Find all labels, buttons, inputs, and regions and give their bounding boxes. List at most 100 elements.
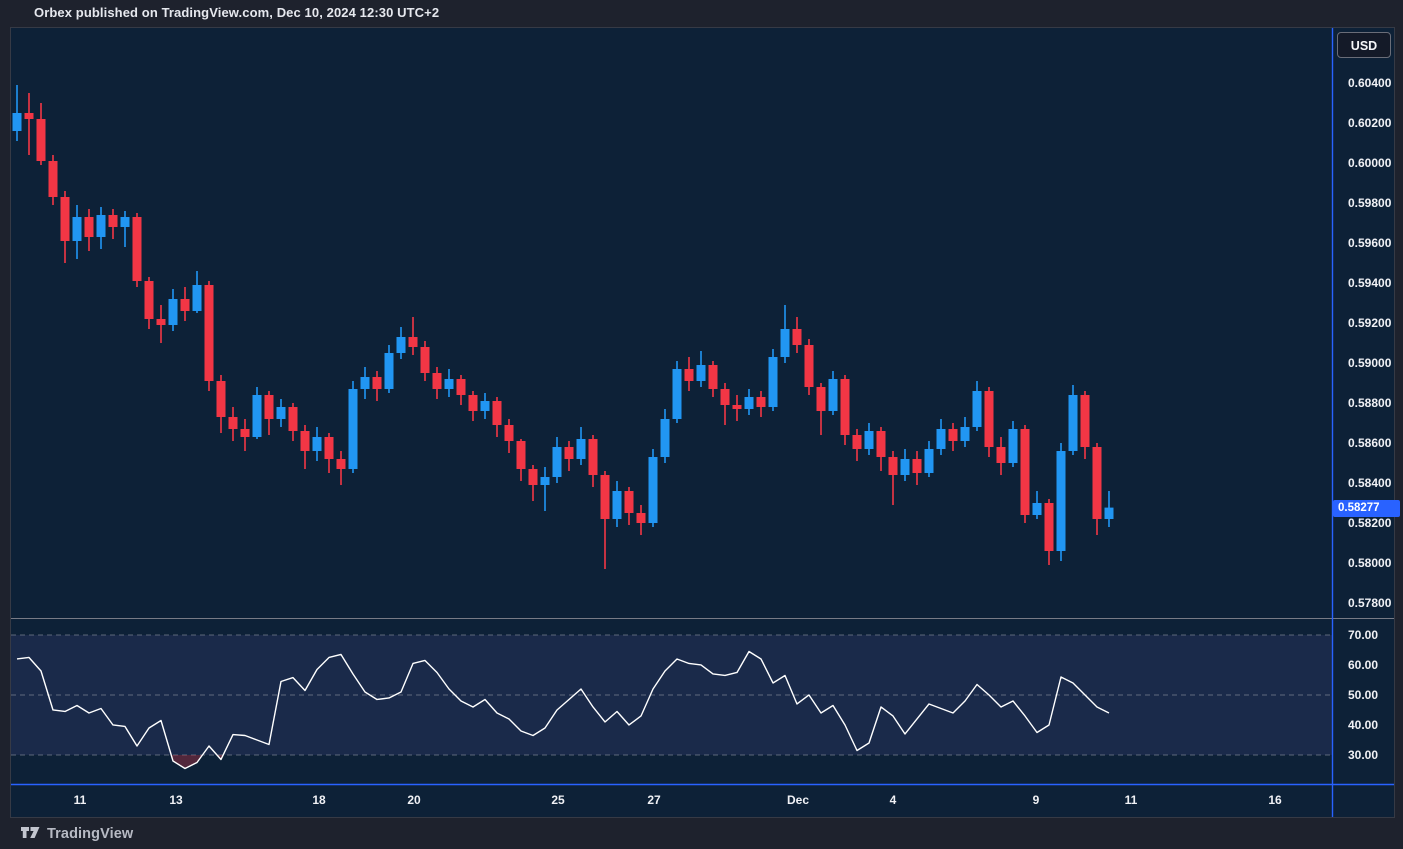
candle-body (1033, 503, 1042, 515)
candle-body (841, 379, 850, 435)
candle-body (985, 391, 994, 447)
candle-body (1021, 429, 1030, 515)
candle-body (37, 119, 46, 161)
candle-body (625, 491, 634, 513)
candle-body (13, 113, 22, 131)
candle-body (133, 217, 142, 281)
chart-widget[interactable]: 0.58277 USD 0.604000.602000.600000.59800… (10, 27, 1395, 818)
candle-body (1069, 395, 1078, 451)
candle-body (397, 337, 406, 353)
chart-canvas[interactable] (11, 28, 1394, 817)
candle-body (109, 215, 118, 227)
candle-body (1081, 395, 1090, 447)
tradingview-published-chart: Orbex published on TradingView.com, Dec … (0, 0, 1403, 849)
candle-body (481, 401, 490, 411)
candle-body (265, 395, 274, 419)
candle-body (1057, 451, 1066, 551)
candle-body (301, 431, 310, 451)
candle-body (901, 459, 910, 475)
candle-body (709, 365, 718, 389)
candle-body (1009, 429, 1018, 463)
candle-body (385, 353, 394, 389)
candle-body (373, 377, 382, 389)
candle-body (157, 319, 166, 325)
candle-body (517, 441, 526, 469)
candle-body (409, 337, 418, 347)
candle-body (889, 457, 898, 475)
candle-body (781, 329, 790, 357)
candle-body (361, 377, 370, 389)
candle-body (61, 197, 70, 241)
candle-body (997, 447, 1006, 463)
candle-body (637, 513, 646, 523)
candle-body (325, 437, 334, 459)
candle-body (613, 491, 622, 519)
candle-body (505, 425, 514, 441)
candle-body (181, 299, 190, 311)
candle-body (541, 477, 550, 485)
candle-body (661, 419, 670, 457)
candle-body (577, 439, 586, 459)
candle-body (193, 285, 202, 311)
candle-body (289, 407, 298, 431)
candle-body (469, 395, 478, 411)
candle-body (829, 379, 838, 411)
candle-body (745, 397, 754, 409)
candle-body (805, 345, 814, 387)
candle-body (1093, 447, 1102, 519)
candle-body (241, 429, 250, 437)
candle-body (649, 457, 658, 523)
candle-body (145, 281, 154, 319)
candle-body (433, 373, 442, 389)
candle-body (85, 217, 94, 237)
candle-body (913, 459, 922, 473)
candle-body (589, 439, 598, 475)
candle-body (349, 389, 358, 469)
tradingview-wordmark: TradingView (47, 826, 133, 842)
candle-body (1045, 503, 1054, 551)
candle-body (769, 357, 778, 407)
footer-bar: TradingView (0, 818, 1403, 849)
candle-body (529, 469, 538, 485)
last-price-tag: 0.58277 (1333, 500, 1400, 517)
candle-body (793, 329, 802, 345)
candle-body (601, 475, 610, 519)
candle-body (733, 405, 742, 409)
candle-body (49, 161, 58, 197)
candle-body (253, 395, 262, 437)
attribution-text: Orbex published on TradingView.com, Dec … (34, 5, 439, 25)
candle-body (865, 431, 874, 449)
candle-body (337, 459, 346, 469)
candle-body (697, 365, 706, 381)
candle-body (457, 379, 466, 395)
candle-body (229, 417, 238, 429)
candle-body (205, 285, 214, 381)
candle-body (853, 435, 862, 449)
tradingview-icon (21, 827, 40, 841)
candle-body (277, 407, 286, 419)
candle-body (169, 299, 178, 325)
candle-body (1105, 508, 1114, 519)
candle-body (949, 429, 958, 441)
candle-body (553, 447, 562, 477)
candle-body (493, 401, 502, 425)
candle-body (217, 381, 226, 417)
candle-body (73, 217, 82, 241)
candle-body (685, 369, 694, 381)
candle-body (817, 387, 826, 411)
candle-body (757, 397, 766, 407)
candle-body (877, 431, 886, 457)
candle-body (925, 449, 934, 473)
candle-body (937, 429, 946, 449)
candle-body (445, 379, 454, 389)
candle-body (313, 437, 322, 451)
candle-body (721, 389, 730, 405)
candle-body (673, 369, 682, 419)
candle-body (121, 217, 130, 227)
currency-badge: USD (1337, 32, 1391, 58)
tradingview-logo-link[interactable]: TradingView (21, 826, 133, 842)
candle-body (25, 113, 34, 119)
candle-body (565, 447, 574, 459)
candle-body (973, 391, 982, 427)
candle-body (97, 215, 106, 237)
